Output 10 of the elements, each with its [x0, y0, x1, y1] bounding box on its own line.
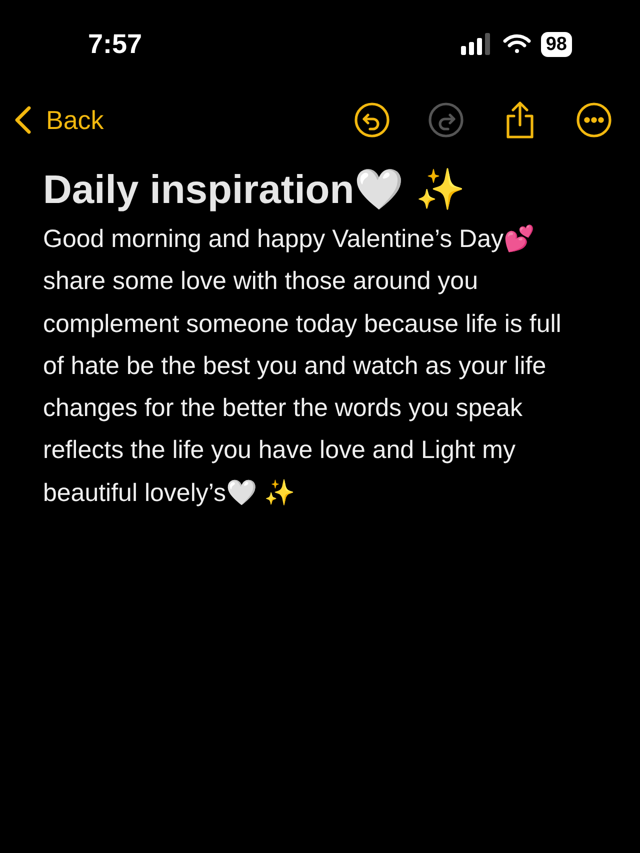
signal-icon: [460, 33, 493, 55]
wifi-icon: [502, 33, 531, 55]
undo-button[interactable]: [354, 102, 390, 138]
more-button[interactable]: [576, 102, 612, 138]
status-time: 7:57: [88, 28, 142, 61]
note-body: Good morning and happy Valentine’s Day💕 share some love with those around you complement someone today because life is full of hate be the best you and watch as your life changes for the better the words you speak reflects the life you have love and Light my beautiful lovely’s🤍 ✨: [43, 224, 562, 509]
note-title: Daily inspiration🤍 ✨: [43, 167, 466, 214]
back-button[interactable]: Back: [14, 100, 104, 140]
chevron-left-icon: [14, 105, 32, 135]
battery-indicator: 98: [540, 32, 572, 56]
